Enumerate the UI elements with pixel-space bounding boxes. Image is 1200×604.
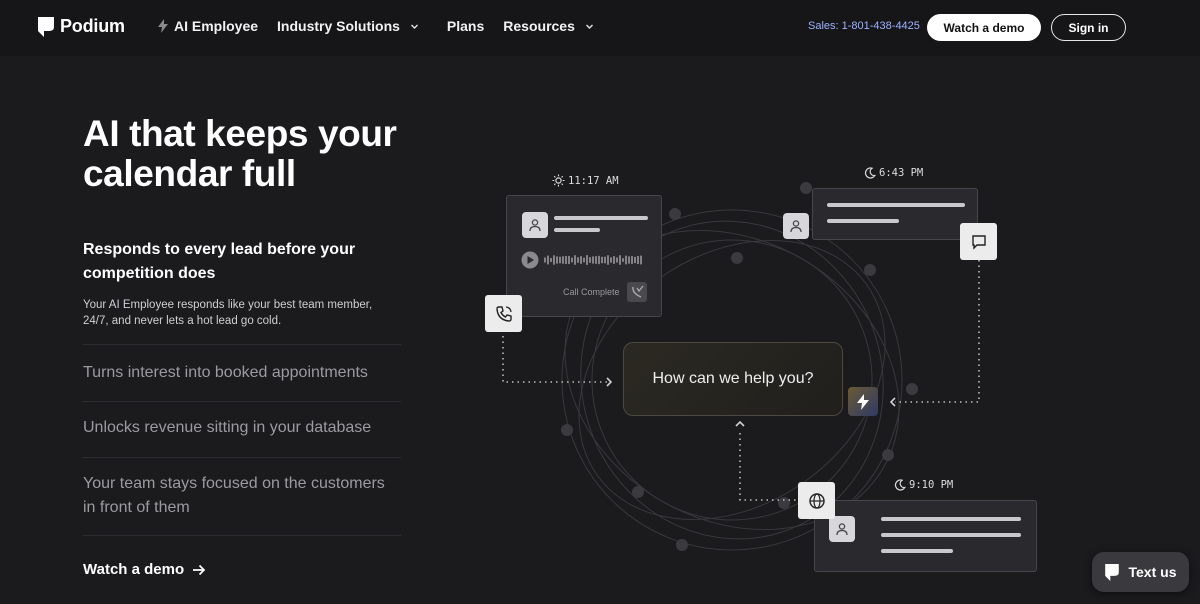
active-feature-description: Your AI Employee responds like your best… (83, 299, 373, 327)
bolt-icon (158, 19, 168, 33)
nav-ai-employee-label: AI Employee (174, 18, 259, 34)
nav-ai-employee[interactable]: AI Employee (158, 18, 258, 34)
sales-phone-link[interactable]: Sales: 1-801-438-4425 (808, 20, 920, 32)
top-nav: Podium AI Employee Industry Solutions Pl… (0, 0, 1200, 56)
timestamp: 11:17 AM (552, 174, 619, 187)
user-icon (522, 212, 548, 238)
audio-waveform (521, 251, 642, 269)
ai-prompt-text: How can we help you? (652, 370, 814, 387)
phone-check-icon (627, 282, 647, 302)
text-us-button[interactable]: Text us (1092, 552, 1189, 592)
feature-item[interactable]: Turns interest into booked appointments (83, 344, 401, 402)
moon-icon (864, 167, 876, 179)
podium-logo-icon (38, 16, 54, 37)
user-icon (783, 213, 809, 239)
nav-plans-label: Plans (446, 18, 485, 34)
nav-plans[interactable]: Plans (447, 18, 484, 34)
nav-industry-solutions[interactable]: Industry Solutions (277, 18, 419, 34)
feature-item[interactable]: Your team stays focused on the customers… (83, 457, 401, 535)
feature-label: Your team stays focused on the customers… (83, 475, 385, 516)
ai-prompt-card: How can we help you? (623, 342, 843, 416)
chevron-down-icon (410, 23, 418, 29)
arrow-right-icon (193, 564, 206, 575)
user-icon (829, 516, 855, 542)
timestamp: 6:43 PM (864, 167, 923, 179)
message-card (812, 188, 978, 240)
active-feature-heading[interactable]: Responds to every lead before your compe… (83, 238, 383, 286)
globe-icon (798, 482, 835, 519)
sun-icon (552, 174, 565, 187)
text-us-label: Text us (1128, 564, 1177, 580)
phone-icon (485, 295, 522, 332)
nav-industry-solutions-label: Industry Solutions (277, 18, 400, 34)
ai-bolt-icon (848, 387, 878, 416)
call-status: Call Complete (563, 287, 620, 297)
brand-name: Podium (60, 16, 125, 36)
nav-resources[interactable]: Resources (503, 18, 594, 34)
timestamp-label: 6:43 PM (879, 167, 924, 179)
chat-bubble-icon (960, 223, 997, 260)
sign-in-button[interactable]: Sign in (1051, 14, 1126, 41)
timestamp-label: 11:17 AM (568, 174, 619, 187)
timestamp-label: 9:10 PM (909, 479, 954, 491)
moon-icon (894, 479, 906, 491)
podium-logo[interactable]: Podium (38, 16, 125, 37)
ai-illustration: 11:17 AM 6:43 PM 9:10 PM Call Complete H… (470, 150, 1070, 590)
feature-label: Turns interest into booked appointments (83, 364, 368, 381)
feature-label: Unlocks revenue sitting in your database (83, 419, 372, 436)
call-card: Call Complete (506, 195, 662, 317)
watch-demo-button[interactable]: Watch a demo (927, 14, 1041, 41)
watch-demo-link[interactable]: Watch a demo (83, 561, 206, 578)
podium-chat-icon (1104, 563, 1119, 581)
timestamp: 9:10 PM (894, 479, 953, 491)
nav-resources-label: Resources (503, 18, 575, 34)
divider (83, 535, 401, 536)
watch-demo-link-label: Watch a demo (83, 561, 185, 578)
chevron-down-icon (585, 23, 593, 29)
hero-title: AI that keeps your calendar full (83, 113, 397, 194)
feature-item[interactable]: Unlocks revenue sitting in your database (83, 401, 401, 457)
nav-links: AI Employee Industry Solutions Plans Res… (158, 18, 594, 34)
